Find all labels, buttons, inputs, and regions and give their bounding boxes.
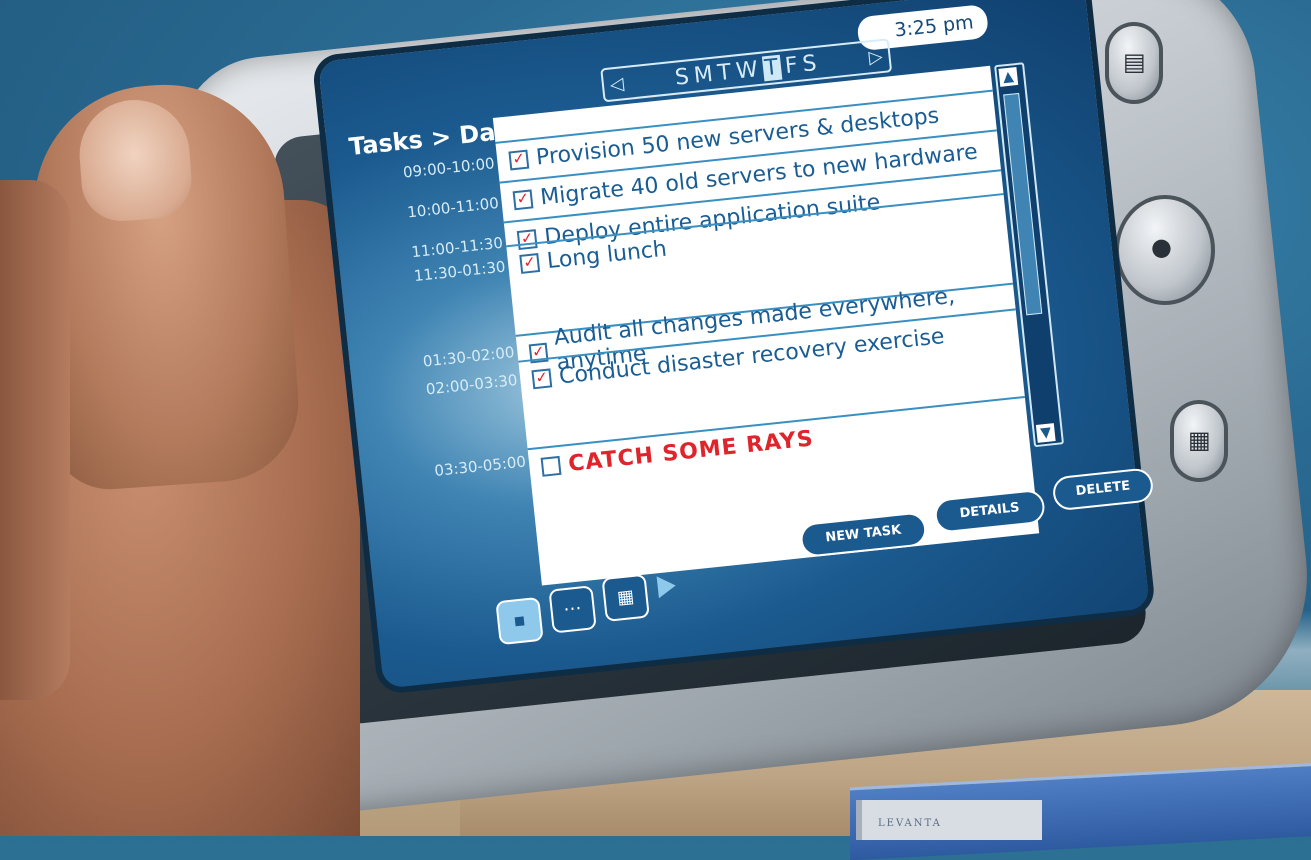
day-sunday[interactable]: S — [674, 64, 691, 90]
scroll-up-icon[interactable]: ▲ — [998, 67, 1019, 87]
scroll-down-icon[interactable]: ▼ — [1035, 423, 1056, 443]
day-monday[interactable]: M — [693, 61, 715, 88]
calendar-icon: ▤ — [1123, 48, 1146, 76]
day-saturday[interactable]: S — [801, 50, 818, 76]
calendar-hardware-button[interactable]: ▤ — [1105, 22, 1163, 104]
server-brand-label: LEVANTA — [878, 818, 942, 829]
grid-icon: ▦ — [1188, 426, 1211, 454]
task-row[interactable]: CATCH SOME RAYS — [527, 395, 1029, 487]
pda-screen: 3:25 pm ◁ S M T W T F S ▷ Tasks > Daily … — [318, 0, 1155, 689]
month-view-icon[interactable]: ▦ — [601, 573, 650, 622]
checkbox-checked-icon[interactable]: ✓ — [531, 367, 553, 389]
triangle-right-icon[interactable]: ▷ — [868, 46, 884, 68]
dpad-center-icon: ● — [1151, 233, 1172, 261]
next-arrow-icon[interactable] — [656, 574, 677, 599]
checkbox-checked-icon[interactable]: ✓ — [508, 148, 530, 170]
checkbox-empty-icon[interactable] — [540, 455, 562, 477]
day-friday[interactable]: F — [784, 52, 800, 78]
task-label: Long lunch — [545, 236, 669, 274]
task-label: CATCH SOME RAYS — [567, 425, 815, 477]
dpad-hardware-button[interactable]: ● — [1115, 195, 1215, 305]
index-finger — [0, 180, 70, 700]
day-wednesday[interactable]: W — [735, 57, 760, 84]
week-view-icon[interactable]: ⋯ — [548, 585, 597, 634]
day-thursday[interactable]: T — [761, 54, 783, 81]
day-tuesday[interactable]: T — [716, 59, 733, 85]
triangle-left-icon[interactable]: ◁ — [609, 73, 625, 95]
day-view-icon[interactable]: ▪ — [495, 596, 544, 646]
checkbox-checked-icon[interactable]: ✓ — [519, 252, 541, 274]
contacts-hardware-button[interactable]: ▦ — [1170, 400, 1228, 482]
checkbox-checked-icon[interactable]: ✓ — [512, 188, 534, 210]
